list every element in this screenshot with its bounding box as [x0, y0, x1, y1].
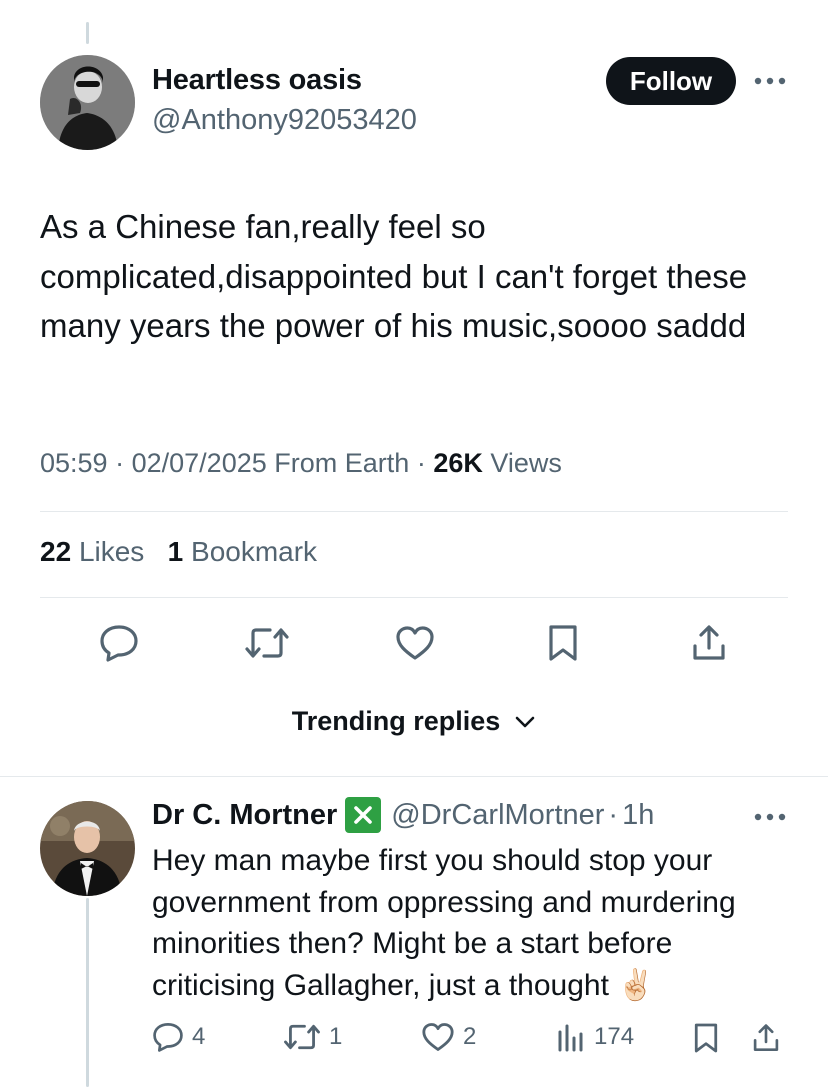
bookmarks-stat[interactable]: 1 Bookmark [168, 536, 317, 567]
retweet-icon[interactable] [243, 622, 291, 664]
victory-hand-emoji: ✌🏻 [617, 968, 655, 1002]
reply-icon [153, 1023, 183, 1052]
reply-author-handle[interactable]: @DrCarlMortner [391, 799, 604, 832]
likes-label: Likes [78, 536, 145, 567]
reply-share-icon[interactable] [750, 1022, 782, 1054]
follow-button[interactable]: Follow [606, 57, 736, 105]
tweet-time[interactable]: 05:59 [40, 448, 108, 478]
trending-replies-label: Trending replies [291, 706, 501, 736]
share-icon[interactable] [686, 622, 732, 664]
tweet-stats: 22 Likes 1 Bookmark [40, 536, 317, 568]
author-avatar[interactable] [40, 55, 135, 150]
likes-stat[interactable]: 22 Likes [40, 536, 152, 567]
bookmark-icon[interactable] [540, 622, 586, 664]
tweet-text: As a Chinese fan,really feel so complica… [40, 208, 748, 344]
author-handle[interactable]: @Anthony92053420 [152, 104, 417, 137]
views-label: Views [490, 448, 562, 478]
tweet-date[interactable]: 02/07/2025 [132, 448, 267, 478]
meta-separator: · [115, 448, 125, 478]
reply-icon[interactable] [96, 622, 142, 664]
bookmarks-count: 1 [167, 536, 184, 567]
reply-header: Dr C. Mortner @DrCarlMortner · 1h [152, 797, 654, 833]
top-bar [0, 0, 828, 22]
views-chart-icon [558, 1024, 583, 1052]
reply-author-avatar[interactable] [40, 801, 135, 896]
retweet-icon [284, 1024, 320, 1050]
reply-separator-dot: · [608, 798, 619, 831]
author-name[interactable]: Heartless oasis [152, 64, 362, 97]
thread-connector-top [86, 22, 89, 44]
reply-reply-button[interactable]: 4 [152, 1022, 205, 1052]
trending-replies-selector[interactable]: Trending replies [0, 706, 828, 737]
reply-views-button[interactable]: 174 [556, 1022, 634, 1052]
views-count: 26K [433, 448, 483, 478]
reply-retweet-button[interactable]: 1 [283, 1022, 342, 1052]
reply-time[interactable]: 1h [622, 799, 654, 832]
reply-text: Hey man maybe first you should stop your… [152, 840, 802, 1006]
likes-count: 22 [40, 536, 72, 567]
like-count: 2 [463, 1023, 477, 1050]
reply-author-name[interactable]: Dr C. Mortner [152, 799, 337, 832]
meta-separator: · [416, 448, 426, 478]
divider [40, 511, 788, 512]
divider [40, 597, 788, 598]
reply-separator [0, 776, 828, 777]
reply-bookmark-icon[interactable] [690, 1022, 722, 1054]
bookmarks-label: Bookmark [191, 536, 318, 567]
reply-count: 4 [192, 1023, 206, 1050]
reply-like-button[interactable]: 2 [421, 1022, 476, 1052]
reply-more-options-icon[interactable] [750, 802, 790, 832]
author-avatar-image [40, 55, 135, 150]
reply-avatar-image [40, 801, 135, 896]
retweet-count: 1 [329, 1023, 343, 1050]
thread-connector [86, 898, 89, 1087]
verified-badge-icon [345, 797, 382, 833]
like-icon[interactable] [392, 622, 438, 664]
views-count-reply: 174 [594, 1023, 635, 1050]
tweet-meta: 05:59 · 02/07/2025 From Earth · 26K View… [40, 448, 562, 479]
tweet-source: From Earth [274, 448, 410, 478]
chevron-down-icon [515, 716, 535, 727]
like-icon [422, 1023, 454, 1051]
more-options-icon[interactable] [750, 66, 790, 96]
